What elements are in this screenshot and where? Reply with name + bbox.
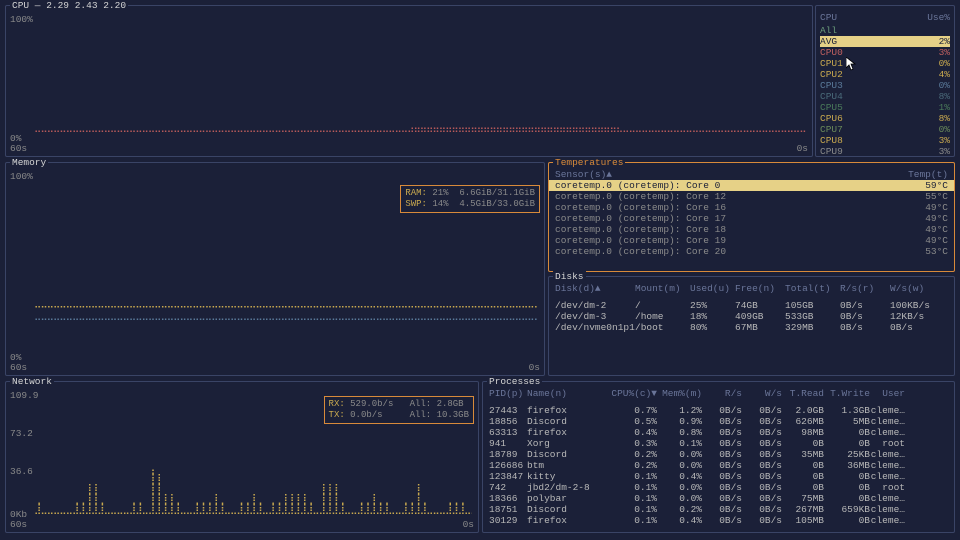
network-title: Network [10,376,54,387]
swp-sparkline: ⠤⠤⠤⠤⠤⠤⠤⠤⠤⠤⠤⠤⠤⠤⠤⠤⠤⠤⠤⠤⠤⠤⠤⠤⠤⠤⠤⠤⠤⠤⠤⠤⠤⠤⠤⠤⠤⠤⠤⠤… [34,313,538,325]
procs-panel[interactable]: Processes PID(p)Name(n)CPU%(c)▼Mem%(m)R/… [482,381,955,533]
net-scale-m2: 36.6 [10,466,33,477]
network-overlay: RX: 529.0b/s All: 2.8GB TX: 0.0b/s All: … [324,396,474,424]
cpu-time-l: 60s [10,143,27,154]
temp-row[interactable]: coretemp.0 (coretemp): Core 2053°C [549,246,954,257]
cpu-row[interactable]: CPU83% [820,135,950,146]
procs-hdr: PID(p)Name(n)CPU%(c)▼Mem%(m)R/sW/sT.Read… [483,388,954,399]
cpu-row[interactable]: CPU03% [820,47,950,58]
temp-row[interactable]: coretemp.0 (coretemp): Core 059°C [549,180,954,191]
memory-overlay: RAM: 21% 6.6GiB/31.1GiB SWP: 14% 4.5GiB/… [400,185,540,213]
proc-row[interactable]: 18789Discord0.2%0.0%0B/s0B/s35MB25KBclem… [483,449,954,460]
proc-row[interactable]: 941Xorg0.3%0.1%0B/s0B/s0B0Broot [483,438,954,449]
cpu-time-r: 0s [797,143,808,154]
net-scale-m1: 73.2 [10,428,33,439]
temps-title: Temperatures [553,157,625,168]
proc-row[interactable]: 27443firefox0.7%1.2%0B/s0B/s2.0GB1.3GBcl… [483,405,954,416]
mem-time-r: 0s [529,362,540,373]
net-time-r: 0s [463,519,474,530]
proc-row[interactable]: 742jbd2/dm-2-80.1%0.0%0B/s0B/s0B0Broot [483,482,954,493]
net-time-l: 60s [10,519,27,530]
net-sparkline: ⠀⠀⠀⠀⠀⠀⠀⠀⠀⠀⠀⠀⠀⠀⠀⠀⠀⠀⢠⠀⠀⠀⠀⠀⠀⠀⠀⠀⠀⠀⠀⠀⠀⠀⠀⠀⠀⠀⠀⠀… [34,466,472,516]
proc-row[interactable]: 18751Discord0.1%0.2%0B/s0B/s267MB659KBcl… [483,504,954,515]
cpu-row[interactable]: CPU93% [820,146,950,157]
proc-row[interactable]: 63313firefox0.4%0.8%0B/s0B/s98MB0Bcleme… [483,427,954,438]
cpu-row[interactable]: CPU51% [820,102,950,113]
disk-row[interactable]: /dev/dm-3/home18%409GB533GB0B/s12KB/s [549,311,954,322]
cpu-table-hdr: CPU Use% [820,12,950,25]
temps-sensor-hdr[interactable]: Sensor(s)▲ [555,169,908,180]
cpu-sparkline: ⣀⣀⣀⣀⣀⣀⣀⣀⣀⣀⣀⣀⣀⣀⣀⣀⣀⣀⣀⣀⣀⣀⣀⣀⣀⣀⣀⣀⣀⣀⣀⣀⣀⣀⣀⣀⣀⣀⣀⣀… [34,122,806,134]
network-panel[interactable]: Network 109.9 73.2 36.6 0Kb 60s 0s RX: 5… [5,381,479,533]
mem-scale-top: 100% [10,171,33,182]
memory-panel[interactable]: Memory 100% 0% 60s 0s RAM: 21% 6.6GiB/31… [5,162,545,376]
disks-hdr: Disk(d)▲Mount(m)Used(u)Free(n)Total(t)R/… [549,283,954,294]
disk-row[interactable]: /dev/dm-2/25%74GB105GB0B/s100KB/s [549,300,954,311]
cpu-row[interactable]: CPU68% [820,113,950,124]
procs-title: Processes [487,376,542,387]
cpu-row[interactable]: CPU10% [820,58,950,69]
temp-row[interactable]: coretemp.0 (coretemp): Core 1749°C [549,213,954,224]
temp-row[interactable]: coretemp.0 (coretemp): Core 1849°C [549,224,954,235]
cpu-table-panel[interactable]: CPU Use% All AVG2% CPU03%CPU10%CPU24%CPU… [815,5,955,157]
cursor-icon [846,57,856,71]
cpu-row[interactable]: CPU30% [820,80,950,91]
cpu-title: CPU — 2.29 2.43 2.20 [10,0,128,11]
temp-row[interactable]: coretemp.0 (coretemp): Core 1649°C [549,202,954,213]
disk-row[interactable]: /dev/nvme0n1p1/boot80%67MB329MB0B/s0B/s [549,322,954,333]
cpu-row[interactable]: CPU70% [820,124,950,135]
mem-time-l: 60s [10,362,27,373]
proc-row[interactable]: 30129firefox0.1%0.4%0B/s0B/s105MB0Bcleme… [483,515,954,526]
cpu-scale-top: 100% [10,14,33,25]
temps-panel[interactable]: Temperatures Sensor(s)▲ Temp(t) coretemp… [548,162,955,272]
cpu-avg-row[interactable]: AVG2% [820,36,950,47]
cpu-panel[interactable]: CPU — 2.29 2.43 2.20 100% 0% 60s 0s ⣀⣀⣀⣀… [5,5,813,157]
disks-panel[interactable]: Disks Disk(d)▲Mount(m)Used(u)Free(n)Tota… [548,276,955,376]
memory-title: Memory [10,157,48,168]
net-scale-top: 109.9 [10,390,39,401]
proc-row[interactable]: 126686btm0.2%0.0%0B/s0B/s0B36MBcleme… [483,460,954,471]
temp-row[interactable]: coretemp.0 (coretemp): Core 1255°C [549,191,954,202]
proc-row[interactable]: 18856Discord0.5%0.9%0B/s0B/s626MB5MBclem… [483,416,954,427]
cpu-row[interactable]: CPU24% [820,69,950,80]
cpu-row[interactable]: CPU48% [820,91,950,102]
temp-row[interactable]: coretemp.0 (coretemp): Core 1949°C [549,235,954,246]
disks-title: Disks [553,271,586,282]
temps-temp-hdr[interactable]: Temp(t) [908,169,948,180]
cpu-all-row[interactable]: All [820,25,950,36]
proc-row[interactable]: 123847kitty0.1%0.4%0B/s0B/s0B0Bcleme… [483,471,954,482]
proc-row[interactable]: 18366polybar0.1%0.0%0B/s0B/s75MB0Bcleme… [483,493,954,504]
